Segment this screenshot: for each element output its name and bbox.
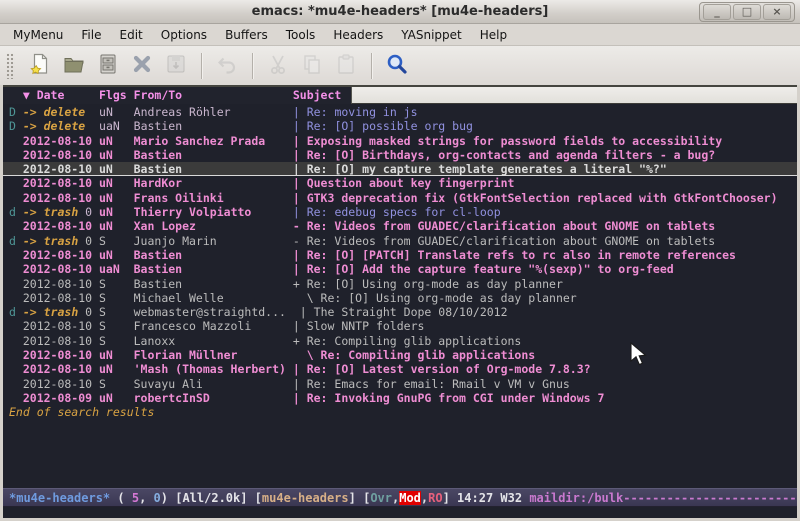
modeline-segment: mu4e-headers bbox=[262, 491, 349, 505]
toolbar-separator bbox=[371, 53, 372, 79]
modeline-segment: Ovr bbox=[370, 491, 392, 505]
modeline-segment: ) [All/2.0k] [ bbox=[161, 491, 262, 505]
emacs-window: emacs: *mu4e-headers* [mu4e-headers] _□×… bbox=[0, 0, 800, 521]
cut-icon bbox=[266, 52, 290, 80]
header-line-filler bbox=[351, 87, 797, 104]
paste-icon bbox=[334, 52, 358, 80]
menu-item-tools[interactable]: Tools bbox=[277, 26, 325, 44]
modeline-segment: ------------------------ bbox=[623, 491, 796, 505]
message-row[interactable]: 2012-08-10 uN Bastien | Re: [O] [PATCH] … bbox=[3, 248, 797, 262]
undo-icon bbox=[215, 52, 239, 80]
dired-icon bbox=[96, 52, 120, 80]
toolbar-separator bbox=[201, 53, 202, 79]
message-row[interactable]: 2012-08-10 S Bastien + Re: [O] Using org… bbox=[3, 277, 797, 291]
message-row[interactable]: 2012-08-10 uN Mario Sanchez Prada | Expo… bbox=[3, 134, 797, 148]
modeline-segment: Mod bbox=[399, 491, 421, 505]
search-icon bbox=[385, 52, 409, 80]
kill-buffer-button[interactable] bbox=[125, 50, 159, 82]
close-button[interactable]: × bbox=[763, 4, 791, 20]
undo-button bbox=[210, 50, 244, 82]
menu-item-mymenu[interactable]: MyMenu bbox=[4, 26, 72, 44]
modeline-segment: ] [ bbox=[349, 491, 371, 505]
save-buffer-icon bbox=[164, 52, 188, 80]
window-title: emacs: *mu4e-headers* [mu4e-headers] bbox=[0, 0, 800, 24]
toolbar-drag-handle[interactable] bbox=[6, 53, 15, 79]
modeline-segment: 0 bbox=[154, 491, 161, 505]
mode-line[interactable]: *mu4e-headers* ( 5, 0) [All/2.0k] [mu4e-… bbox=[3, 488, 797, 507]
message-row[interactable]: 2012-08-10 uN Xan Lopez - Re: Videos fro… bbox=[3, 219, 797, 233]
message-row[interactable]: 2012-08-09 uN robertcInSD | Re: Invoking… bbox=[3, 391, 797, 405]
message-row[interactable]: D -> delete uN Andreas Röhler | Re: movi… bbox=[3, 105, 797, 119]
message-row[interactable]: d -> trash 0 S webmaster@straightd... | … bbox=[3, 305, 797, 319]
menu-item-headers[interactable]: Headers bbox=[324, 26, 392, 44]
maximize-button[interactable]: □ bbox=[733, 4, 761, 20]
message-row-current[interactable]: 2012-08-10 uN Bastien | Re: [O] my captu… bbox=[3, 162, 797, 176]
new-file-icon bbox=[28, 52, 52, 80]
message-row[interactable]: 2012-08-10 uN HardKor | Question about k… bbox=[3, 176, 797, 190]
open-file-icon bbox=[62, 52, 86, 80]
menu-item-yasnippet[interactable]: YASnippet bbox=[392, 26, 471, 44]
save-buffer-button bbox=[159, 50, 193, 82]
modeline-segment: 5 bbox=[132, 491, 139, 505]
menu-item-help[interactable]: Help bbox=[471, 26, 516, 44]
message-row[interactable]: 2012-08-10 S Michael Welle \ Re: [O] Usi… bbox=[3, 291, 797, 305]
message-row[interactable]: 2012-08-10 S Suvayu Ali | Re: Emacs for … bbox=[3, 377, 797, 391]
copy-button bbox=[295, 50, 329, 82]
copy-icon bbox=[300, 52, 324, 80]
message-row[interactable]: 2012-08-10 uN Florian Müllner \ Re: Comp… bbox=[3, 348, 797, 362]
message-row[interactable]: d -> trash 0 S Juanjo Marin - Re: Videos… bbox=[3, 234, 797, 248]
echo-area bbox=[3, 507, 797, 518]
message-row[interactable]: 2012-08-10 uN Frans Oilinki | GTK3 depre… bbox=[3, 191, 797, 205]
paste-button bbox=[329, 50, 363, 82]
header-line-columns: ▼ Date Flgs From/To Subject bbox=[3, 87, 351, 104]
message-row[interactable]: 2012-08-10 S Lanoxx + Re: Compiling glib… bbox=[3, 334, 797, 348]
title-bar[interactable]: emacs: *mu4e-headers* [mu4e-headers] _□× bbox=[0, 0, 800, 24]
toolbar-separator bbox=[252, 53, 253, 79]
cut-button bbox=[261, 50, 295, 82]
minimize-button[interactable]: _ bbox=[703, 4, 731, 20]
menu-item-buffers[interactable]: Buffers bbox=[216, 26, 277, 44]
open-file-button[interactable] bbox=[57, 50, 91, 82]
modeline-segment: ( bbox=[110, 491, 132, 505]
modeline-segment: *mu4e-headers* bbox=[9, 491, 110, 505]
tool-bar bbox=[0, 46, 800, 85]
modeline-segment: ] 14:27 W32 bbox=[443, 491, 530, 505]
emacs-frame: ▼ Date Flgs From/To Subject D -> delete … bbox=[3, 85, 797, 518]
header-line: ▼ Date Flgs From/To Subject bbox=[3, 87, 797, 104]
menu-bar: MyMenuFileEditOptionsBuffersToolsHeaders… bbox=[0, 24, 800, 46]
message-row[interactable]: 2012-08-10 uaN Bastien | Re: [O] Add the… bbox=[3, 262, 797, 276]
modeline-segment: RO bbox=[428, 491, 442, 505]
search-button[interactable] bbox=[380, 50, 414, 82]
modeline-segment: maildir:/bulk bbox=[529, 491, 623, 505]
message-row[interactable]: D -> delete uaN Bastien | Re: [O] possib… bbox=[3, 119, 797, 133]
menu-item-file[interactable]: File bbox=[72, 26, 110, 44]
message-row[interactable]: d -> trash 0 uN Thierry Volpiatto | Re: … bbox=[3, 205, 797, 219]
menu-item-options[interactable]: Options bbox=[152, 26, 216, 44]
message-row[interactable]: 2012-08-10 uN Bastien | Re: [O] Birthday… bbox=[3, 148, 797, 162]
new-file-button[interactable] bbox=[23, 50, 57, 82]
message-row[interactable]: 2012-08-10 uN 'Mash (Thomas Herbert) | R… bbox=[3, 362, 797, 376]
headers-buffer[interactable]: D -> delete uN Andreas Röhler | Re: movi… bbox=[3, 104, 797, 488]
modeline-segment: , bbox=[139, 491, 153, 505]
dired-button[interactable] bbox=[91, 50, 125, 82]
window-controls: _□× bbox=[699, 2, 795, 22]
menu-item-edit[interactable]: Edit bbox=[111, 26, 152, 44]
message-row[interactable]: 2012-08-10 S Francesco Mazzoli | Slow NN… bbox=[3, 319, 797, 333]
end-of-search-results: End of search results bbox=[3, 405, 797, 419]
kill-buffer-icon bbox=[130, 52, 154, 80]
